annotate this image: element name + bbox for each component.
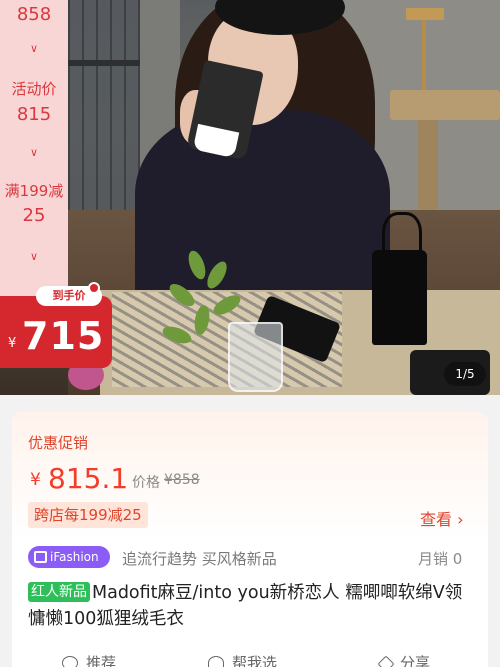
help-choose-label: 帮我选 (232, 654, 278, 667)
background-window (68, 0, 143, 240)
currency-symbol: ¥ (8, 336, 17, 351)
cart-icon (88, 282, 100, 294)
chevron-down-icon: ∨ (29, 250, 39, 263)
discount-amount: 25 (22, 205, 46, 226)
chevron-down-icon: ∨ (29, 42, 39, 55)
brand-badge-label: iFashion (50, 550, 99, 564)
discount-label: 满199减 (4, 182, 64, 200)
share-button[interactable]: 分享 (377, 652, 431, 667)
help-choose-button[interactable]: 帮我选 (208, 652, 277, 667)
activity-price-label: 活动价 (11, 80, 57, 98)
recommend-label: 推荐 (86, 654, 117, 667)
currency-symbol: ¥ (30, 470, 41, 490)
monthly-sales: 月销 0 (418, 550, 463, 568)
new-arrival-tag: 红人新品 (28, 582, 90, 602)
price-breakdown-rail: 858 ∨ 活动价 815 ∨ 满199减 25 ∨ (0, 0, 68, 296)
handbag (372, 250, 427, 345)
plant (150, 248, 260, 360)
share-label: 分享 (400, 654, 431, 667)
product-title: 红人新品 Madofit麻豆/into you新桥恋人 糯唧唧软绵V领慵懒100狐… (28, 580, 478, 632)
activity-price: 815 (16, 104, 52, 125)
chat-icon (62, 656, 78, 667)
share-icon (377, 655, 395, 667)
chevron-down-icon: ∨ (29, 146, 39, 159)
product-info-card: 优惠促销 ¥ 815.1 价格 ¥858 跨店每199减25 查看 › iFas… (12, 412, 488, 667)
brand-row: iFashion 追流行趋势 买风格新品 月销 0 (28, 546, 478, 570)
original-price: ¥858 (164, 472, 200, 488)
current-price: 815.1 (48, 462, 129, 495)
coupon-badge[interactable]: 跨店每199减25 (28, 502, 148, 528)
final-price: 715 (22, 314, 105, 358)
original-price-label: 价格 (132, 475, 160, 491)
brand-slogan: 追流行趋势 买风格新品 (122, 550, 277, 568)
original-price: 858 (16, 4, 52, 25)
view-promo-link[interactable]: 查看 › (420, 506, 464, 530)
recommend-button[interactable]: 推荐 (62, 652, 116, 667)
promo-title: 优惠促销 (28, 434, 89, 452)
product-title-text: Madofit麻豆/into you新桥恋人 糯唧唧软绵V领慵懒100狐狸绒毛衣 (28, 583, 463, 629)
bag-icon (34, 551, 47, 563)
action-bar: 推荐 帮我选 分享 (12, 648, 488, 667)
image-pager: 1/5 (444, 362, 486, 386)
users-icon (208, 656, 224, 667)
product-detail-page: 858 ∨ 活动价 815 ∨ 满199减 25 ∨ 到手价 ¥ 715 1/5… (0, 0, 500, 667)
ifashion-badge[interactable]: iFashion (28, 546, 110, 568)
final-price-badge: 到手价 ¥ 715 (0, 282, 112, 368)
